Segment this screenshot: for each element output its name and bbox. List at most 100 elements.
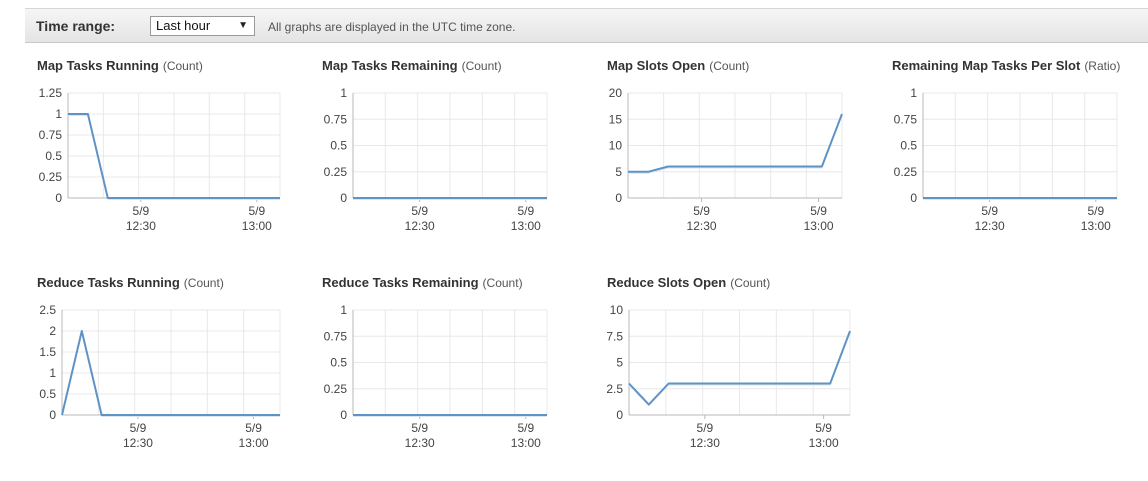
y-tick-label: 0.5 bbox=[330, 139, 347, 153]
line-chart: Reduce Tasks Running (Count) 2.5 2 1.5 1 0.5 0 5… bbox=[37, 275, 281, 450]
y-tick-label: 5 bbox=[616, 356, 623, 370]
x-tick-date: 5/9 bbox=[411, 204, 428, 218]
x-tick-date: 5/9 bbox=[517, 421, 534, 435]
y-tick-label: 0.5 bbox=[900, 139, 917, 153]
x-tick-time: 12:30 bbox=[126, 219, 156, 233]
line-chart: Reduce Slots Open (Count)107.552.505/912:… bbox=[606, 275, 851, 450]
y-tick-label: 0 bbox=[615, 191, 622, 205]
y-tick-label: 0 bbox=[55, 191, 62, 205]
y-tick-label: 15 bbox=[609, 112, 623, 126]
x-tick-time: 13:00 bbox=[1081, 219, 1111, 233]
x-tick-time: 13:00 bbox=[239, 436, 269, 450]
y-tick-label: 0 bbox=[49, 408, 56, 422]
dropdown-arrow-icon: ▼ bbox=[238, 20, 248, 31]
x-tick-date: 5/9 bbox=[981, 204, 998, 218]
chart-panel: Remaining Map Tasks Per Slot (Ratio) 1 0.75… bbox=[892, 58, 1142, 238]
x-tick-date: 5/9 bbox=[1087, 204, 1104, 218]
y-tick-label: 10 bbox=[610, 303, 624, 317]
y-tick-label: 0 bbox=[340, 191, 347, 205]
timezone-note: All graphs are displayed in the UTC time… bbox=[268, 20, 516, 34]
x-tick-time: 13:00 bbox=[809, 436, 839, 450]
line-chart: Map Slots Open (Count)201510505/912:305/9… bbox=[607, 58, 843, 233]
y-tick-label: 0 bbox=[340, 408, 347, 422]
y-tick-label: 5 bbox=[615, 165, 622, 179]
line-chart: Remaining Map Tasks Per Slot (Ratio) 1 0.75… bbox=[892, 58, 1120, 233]
x-tick-date: 5/9 bbox=[411, 421, 428, 435]
x-tick-date: 5/9 bbox=[815, 421, 832, 435]
chart-unit: (Count) bbox=[483, 276, 523, 290]
chart-panel: Reduce Tasks Remaining (Count) 1 0.75 0.5 0.2… bbox=[322, 275, 572, 455]
time-range-label: Time range: bbox=[36, 18, 116, 34]
time-range-value: Last hour bbox=[156, 18, 211, 33]
y-tick-label: 0.5 bbox=[39, 387, 56, 401]
y-tick-label: 1.5 bbox=[39, 345, 56, 359]
x-tick-time: 12:30 bbox=[405, 219, 435, 233]
chart-title: Reduce Tasks Remaining (Count) bbox=[322, 275, 523, 290]
x-tick-time: 13:00 bbox=[511, 219, 541, 233]
chart-title: Map Tasks Running (Count) bbox=[37, 58, 203, 73]
time-range-toolbar: Time range: Last hour ▼ All graphs are d… bbox=[25, 8, 1148, 43]
y-tick-label: 0.75 bbox=[324, 112, 348, 126]
y-tick-label: 20 bbox=[609, 86, 623, 100]
y-tick-label: 1.25 bbox=[39, 86, 63, 100]
chart-title: Reduce Tasks Running (Count) bbox=[37, 275, 224, 290]
chart-title: Map Slots Open (Count) bbox=[607, 58, 749, 73]
chart-title-text: Map Tasks Running bbox=[37, 58, 159, 73]
y-tick-label: 0.75 bbox=[39, 128, 63, 142]
line-chart: Map Tasks Running (Count) 1.25 1 0.75 0.5 0.25… bbox=[37, 58, 281, 233]
chart-unit: (Count) bbox=[184, 276, 224, 290]
chart-unit: (Count) bbox=[709, 59, 749, 73]
x-tick-time: 12:30 bbox=[975, 219, 1005, 233]
x-tick-time: 12:30 bbox=[690, 436, 720, 450]
y-tick-label: 0.25 bbox=[324, 382, 348, 396]
chart-unit: (Ratio) bbox=[1084, 59, 1120, 73]
chart-unit: (Count) bbox=[462, 59, 502, 73]
y-tick-label: 2.5 bbox=[606, 382, 623, 396]
chart-unit: (Count) bbox=[163, 59, 203, 73]
chart-title-text: Map Tasks Remaining bbox=[322, 58, 458, 73]
y-tick-label: 0.5 bbox=[45, 149, 62, 163]
line-chart: Map Tasks Remaining (Count) 1 0.75 0.5 0.25 0 5… bbox=[322, 58, 548, 233]
y-tick-label: 0.75 bbox=[324, 329, 348, 343]
x-tick-time: 12:30 bbox=[405, 436, 435, 450]
chart-title: Map Tasks Remaining (Count) bbox=[322, 58, 502, 73]
chart-title: Reduce Slots Open (Count) bbox=[607, 275, 770, 290]
y-tick-label: 0.25 bbox=[324, 165, 348, 179]
x-tick-time: 13:00 bbox=[804, 219, 834, 233]
time-range-select[interactable]: Last hour ▼ bbox=[150, 16, 255, 36]
x-tick-date: 5/9 bbox=[245, 421, 262, 435]
y-tick-label: 2.5 bbox=[39, 303, 56, 317]
chart-title-text: Remaining Map Tasks Per Slot bbox=[892, 58, 1081, 73]
chart-unit: (Count) bbox=[730, 276, 770, 290]
x-tick-time: 12:30 bbox=[687, 219, 717, 233]
x-tick-time: 13:00 bbox=[511, 436, 541, 450]
y-tick-label: 0.5 bbox=[330, 356, 347, 370]
chart-panel: Map Slots Open (Count) 20 15 10 5 0 5/9 12:30 5/9… bbox=[607, 58, 857, 238]
x-tick-date: 5/9 bbox=[517, 204, 534, 218]
x-tick-date: 5/9 bbox=[810, 204, 827, 218]
chart-title-text: Reduce Tasks Remaining bbox=[322, 275, 479, 290]
x-tick-date: 5/9 bbox=[248, 204, 265, 218]
y-tick-label: 0 bbox=[616, 408, 623, 422]
y-tick-label: 1 bbox=[910, 86, 917, 100]
y-tick-label: 1 bbox=[55, 107, 62, 121]
chart-title-text: Reduce Slots Open bbox=[607, 275, 726, 290]
chart-panel: Reduce Tasks Running (Count) 2.5 2 1.5 1 0.5 0 5… bbox=[37, 275, 287, 455]
x-tick-date: 5/9 bbox=[133, 204, 150, 218]
chart-title: Remaining Map Tasks Per Slot (Ratio) bbox=[892, 58, 1120, 73]
chart-panel: Reduce Slots Open (Count) 10 7.5 5 2.5 0 5/9 12:… bbox=[606, 275, 857, 455]
chart-panel: Map Tasks Running (Count) 1.25 1 0.75 0.5 0.25… bbox=[37, 58, 287, 238]
x-tick-date: 5/9 bbox=[697, 421, 714, 435]
y-tick-label: 1 bbox=[340, 86, 347, 100]
y-tick-label: 0.75 bbox=[894, 112, 918, 126]
x-tick-date: 5/9 bbox=[130, 421, 147, 435]
chart-panel: Map Tasks Remaining (Count) 1 0.75 0.5 0.25 0 5… bbox=[322, 58, 572, 238]
x-tick-time: 13:00 bbox=[242, 219, 272, 233]
x-tick-time: 12:30 bbox=[123, 436, 153, 450]
y-tick-label: 2 bbox=[49, 324, 56, 338]
y-tick-label: 0 bbox=[910, 191, 917, 205]
y-tick-label: 1 bbox=[49, 366, 56, 380]
y-tick-label: 1 bbox=[340, 303, 347, 317]
chart-title-text: Reduce Tasks Running bbox=[37, 275, 180, 290]
y-tick-label: 10 bbox=[609, 139, 623, 153]
